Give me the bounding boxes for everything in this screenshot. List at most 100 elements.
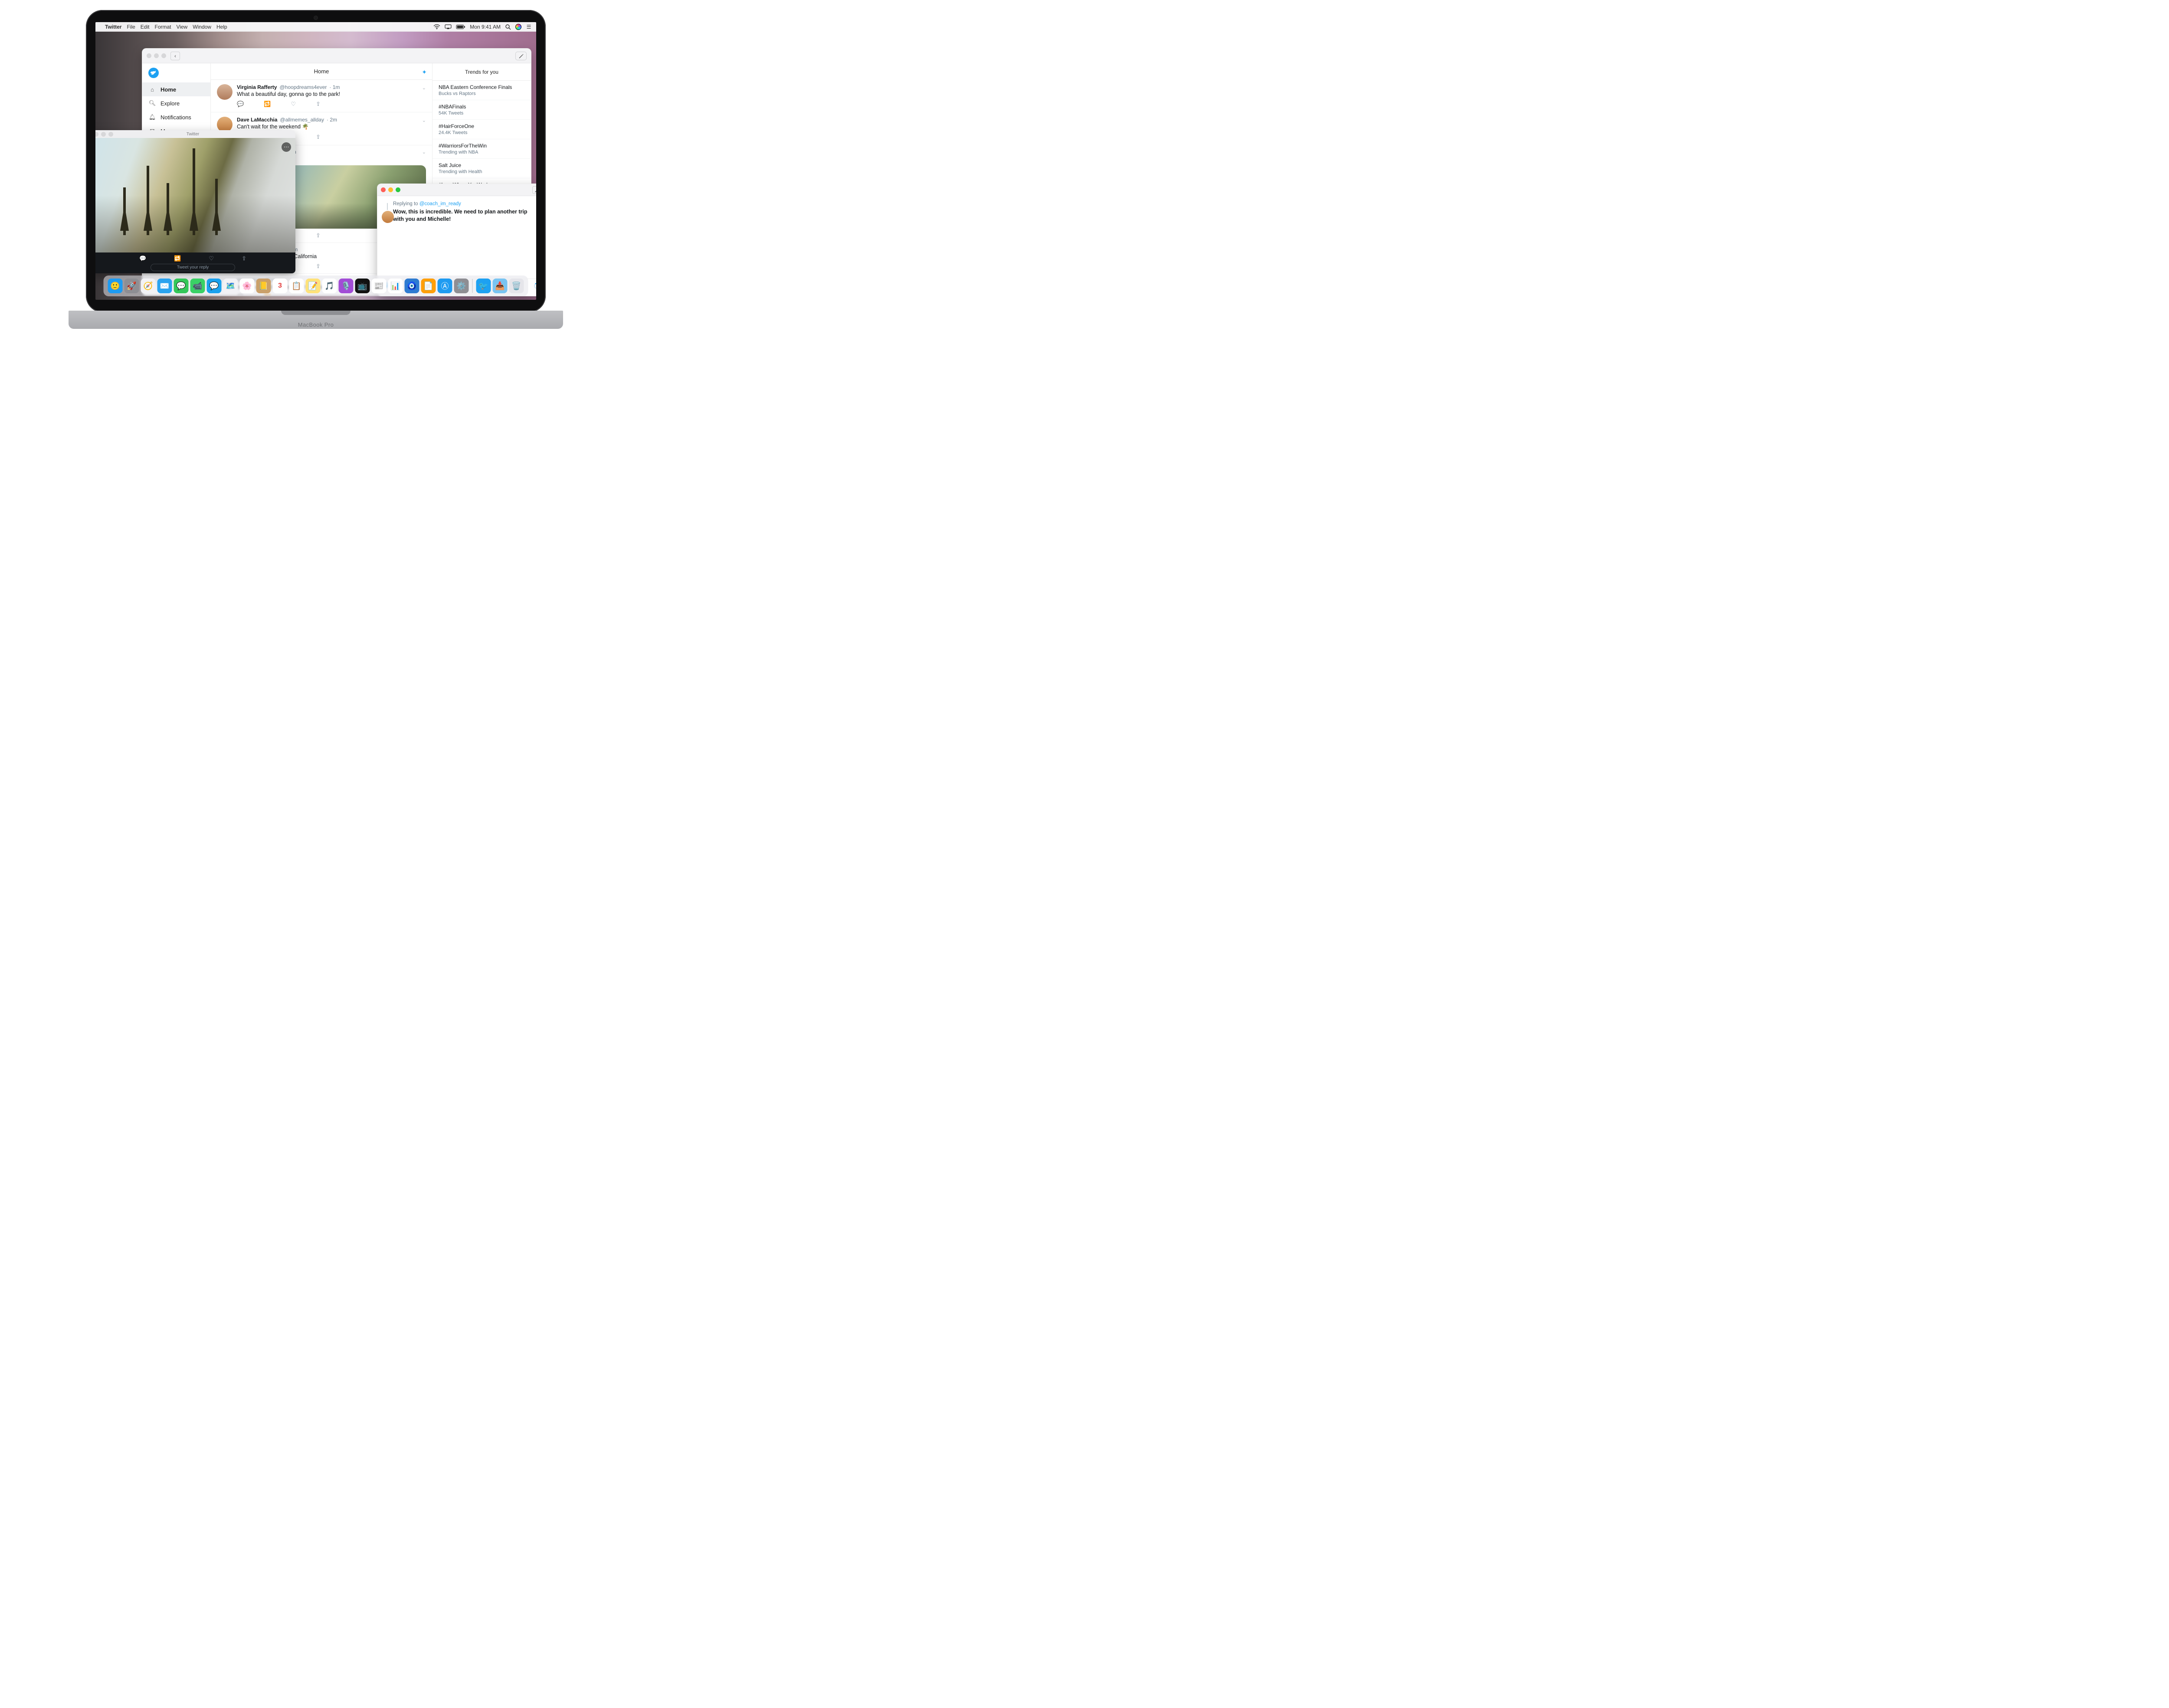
dock-pages-icon[interactable]: 📄: [421, 279, 436, 293]
compose-textarea[interactable]: Wow, this is incredible. We need to plan…: [393, 208, 536, 223]
share-icon[interactable]: ⇪: [316, 101, 321, 108]
dock-music-icon[interactable]: 🎵: [322, 279, 337, 293]
chevron-down-icon[interactable]: ⌄: [422, 85, 426, 91]
detail-action-bar: 💬 🔁 ♡ ⇪ Tweet your reply: [95, 252, 295, 273]
trend-title: NBA Eastern Conference Finals: [439, 84, 525, 90]
back-button[interactable]: ‹: [170, 52, 180, 60]
spotlight-icon[interactable]: [505, 24, 511, 30]
dock-news-icon[interactable]: 📰: [372, 279, 387, 293]
dock-facetime-icon[interactable]: 📹: [190, 279, 205, 293]
trend-item[interactable]: #WarriorsForTheWinTrending with NBA: [432, 139, 531, 159]
trend-item[interactable]: NBA Eastern Conference FinalsBucks vs Ra…: [432, 81, 531, 100]
retweet-icon[interactable]: 🔁: [174, 255, 181, 262]
trend-subtitle: Trending with Health: [439, 169, 525, 174]
laptop-frame: MacBook Pro Twitter File Edit Format Vie…: [69, 10, 563, 340]
tweet-handle[interactable]: @allmemes_allday: [280, 117, 324, 123]
window-zoom[interactable]: [161, 53, 166, 58]
dock-mail-icon[interactable]: ✉️: [157, 279, 172, 293]
menu-format[interactable]: Format: [154, 24, 171, 30]
share-icon[interactable]: ⇪: [242, 255, 246, 262]
share-icon[interactable]: ⇪: [316, 134, 321, 141]
battery-icon[interactable]: [456, 24, 465, 30]
avatar[interactable]: [217, 84, 233, 100]
trend-item[interactable]: #HairForceOne24.4K Tweets: [432, 120, 531, 139]
wifi-icon[interactable]: [433, 24, 440, 30]
dock-appstore-icon[interactable]: Ⓐ: [438, 279, 452, 293]
notification-center-icon[interactable]: ☰: [526, 24, 532, 30]
reply-icon[interactable]: 💬: [237, 101, 244, 108]
window-close[interactable]: [381, 187, 386, 192]
dock-notes-icon[interactable]: 📝: [306, 279, 321, 293]
siri-icon[interactable]: [515, 24, 521, 30]
menubar-status: Mon 9:41 AM ☰: [433, 24, 532, 30]
menubar-app-name[interactable]: Twitter: [105, 24, 121, 30]
tweet-photo[interactable]: ⋯: [95, 138, 295, 252]
dock-numbers-icon[interactable]: 📊: [388, 279, 403, 293]
like-icon[interactable]: ♡: [291, 101, 296, 108]
compose-icon[interactable]: [532, 186, 536, 194]
window-close[interactable]: [147, 53, 151, 58]
tweet-handle[interactable]: @hoopdreams4ever: [279, 84, 327, 90]
tweet-author[interactable]: Virginia Rafferty: [237, 84, 277, 90]
menu-help[interactable]: Help: [216, 24, 227, 30]
dock-keynote-icon[interactable]: 🧿: [405, 279, 419, 293]
trend-title: #WarriorsForTheWin: [439, 143, 525, 149]
sidebar-item-label: Notifications: [161, 114, 191, 121]
sidebar-item-explore[interactable]: 🔍︎ Explore: [142, 96, 210, 110]
dock-launchpad-icon[interactable]: 🚀: [125, 279, 139, 293]
chevron-down-icon[interactable]: ⌄: [422, 118, 426, 123]
window-minimize[interactable]: [154, 53, 159, 58]
timeline-title: Home: [314, 68, 329, 75]
menubar-clock[interactable]: Mon 9:41 AM: [470, 24, 501, 30]
dock-contacts-icon[interactable]: 📒: [256, 279, 271, 293]
more-options-icon[interactable]: ⋯: [282, 142, 291, 152]
search-icon: 🔍︎: [148, 100, 156, 107]
tweet[interactable]: Virginia Rafferty@hoopdreams4ever· 1mWha…: [211, 80, 432, 112]
chevron-down-icon[interactable]: ⌄: [422, 149, 426, 155]
trend-item[interactable]: Salt JuiceTrending with Health: [432, 159, 531, 178]
dock-settings-icon[interactable]: ⚙️: [454, 279, 469, 293]
tweet-text: Can't wait for the weekend 🌴: [237, 124, 426, 130]
dock-maps-icon[interactable]: 🗺️: [223, 279, 238, 293]
reply-input[interactable]: Tweet your reply: [151, 264, 235, 271]
dock-trash-icon[interactable]: 🗑️: [509, 279, 524, 293]
window-minimize[interactable]: [388, 187, 393, 192]
dock-reminders-icon[interactable]: 📋: [289, 279, 304, 293]
sidebar-item-label: Explore: [161, 100, 180, 107]
sparkle-icon[interactable]: ✦: [422, 69, 427, 76]
trend-subtitle: Trending with NBA: [439, 150, 525, 155]
dock-safari-icon[interactable]: 🧭: [141, 279, 156, 293]
reply-mention[interactable]: @coach_im_ready: [419, 201, 461, 207]
dock-downloads-icon[interactable]: 📥: [493, 279, 508, 293]
dock-messages-green-icon[interactable]: 💬: [174, 279, 189, 293]
sidebar-item-home[interactable]: ⌂ Home: [142, 82, 210, 96]
tweet-author[interactable]: Dave LaMacchia: [237, 117, 277, 123]
trend-subtitle: Bucks vs Raptors: [439, 91, 525, 96]
window-zoom[interactable]: [396, 187, 400, 192]
menu-window[interactable]: Window: [193, 24, 211, 30]
dock-messages-icon[interactable]: 💬: [207, 279, 222, 293]
dock-tv-icon[interactable]: 📺: [355, 279, 370, 293]
dock: 🙂🚀🧭✉️💬📹💬🗺️🌸📒3📋📝🎵🎙️📺📰📊🧿📄Ⓐ⚙️🐦📥🗑️: [104, 275, 528, 296]
dock-photos-icon[interactable]: 🌸: [240, 279, 255, 293]
dock-podcasts-icon[interactable]: 🎙️: [339, 279, 354, 293]
reply-icon[interactable]: 💬: [139, 255, 146, 262]
trend-item[interactable]: #NBAFinals54K Tweets: [432, 100, 531, 120]
menu-edit[interactable]: Edit: [141, 24, 150, 30]
tweet-time: · 1m: [329, 84, 340, 90]
menu-file[interactable]: File: [127, 24, 135, 30]
twitter-logo-icon[interactable]: [148, 68, 159, 78]
laptop-screen: Twitter File Edit Format View Window Hel…: [95, 22, 536, 300]
like-icon[interactable]: ♡: [209, 255, 214, 262]
share-icon[interactable]: ⇪: [316, 263, 321, 270]
dock-twitter-icon[interactable]: 🐦: [476, 279, 491, 293]
airplay-icon[interactable]: [445, 24, 452, 30]
compose-tweet-button[interactable]: [515, 52, 527, 60]
share-icon[interactable]: ⇪: [316, 232, 321, 239]
detail-title: Twitter: [95, 132, 295, 137]
retweet-icon[interactable]: 🔁: [264, 101, 271, 108]
dock-calendar-icon[interactable]: 3: [273, 279, 288, 293]
sidebar-item-notifications[interactable]: 🔔︎ Notifications: [142, 110, 210, 124]
menu-view[interactable]: View: [177, 24, 188, 30]
dock-finder-icon[interactable]: 🙂: [108, 279, 123, 293]
